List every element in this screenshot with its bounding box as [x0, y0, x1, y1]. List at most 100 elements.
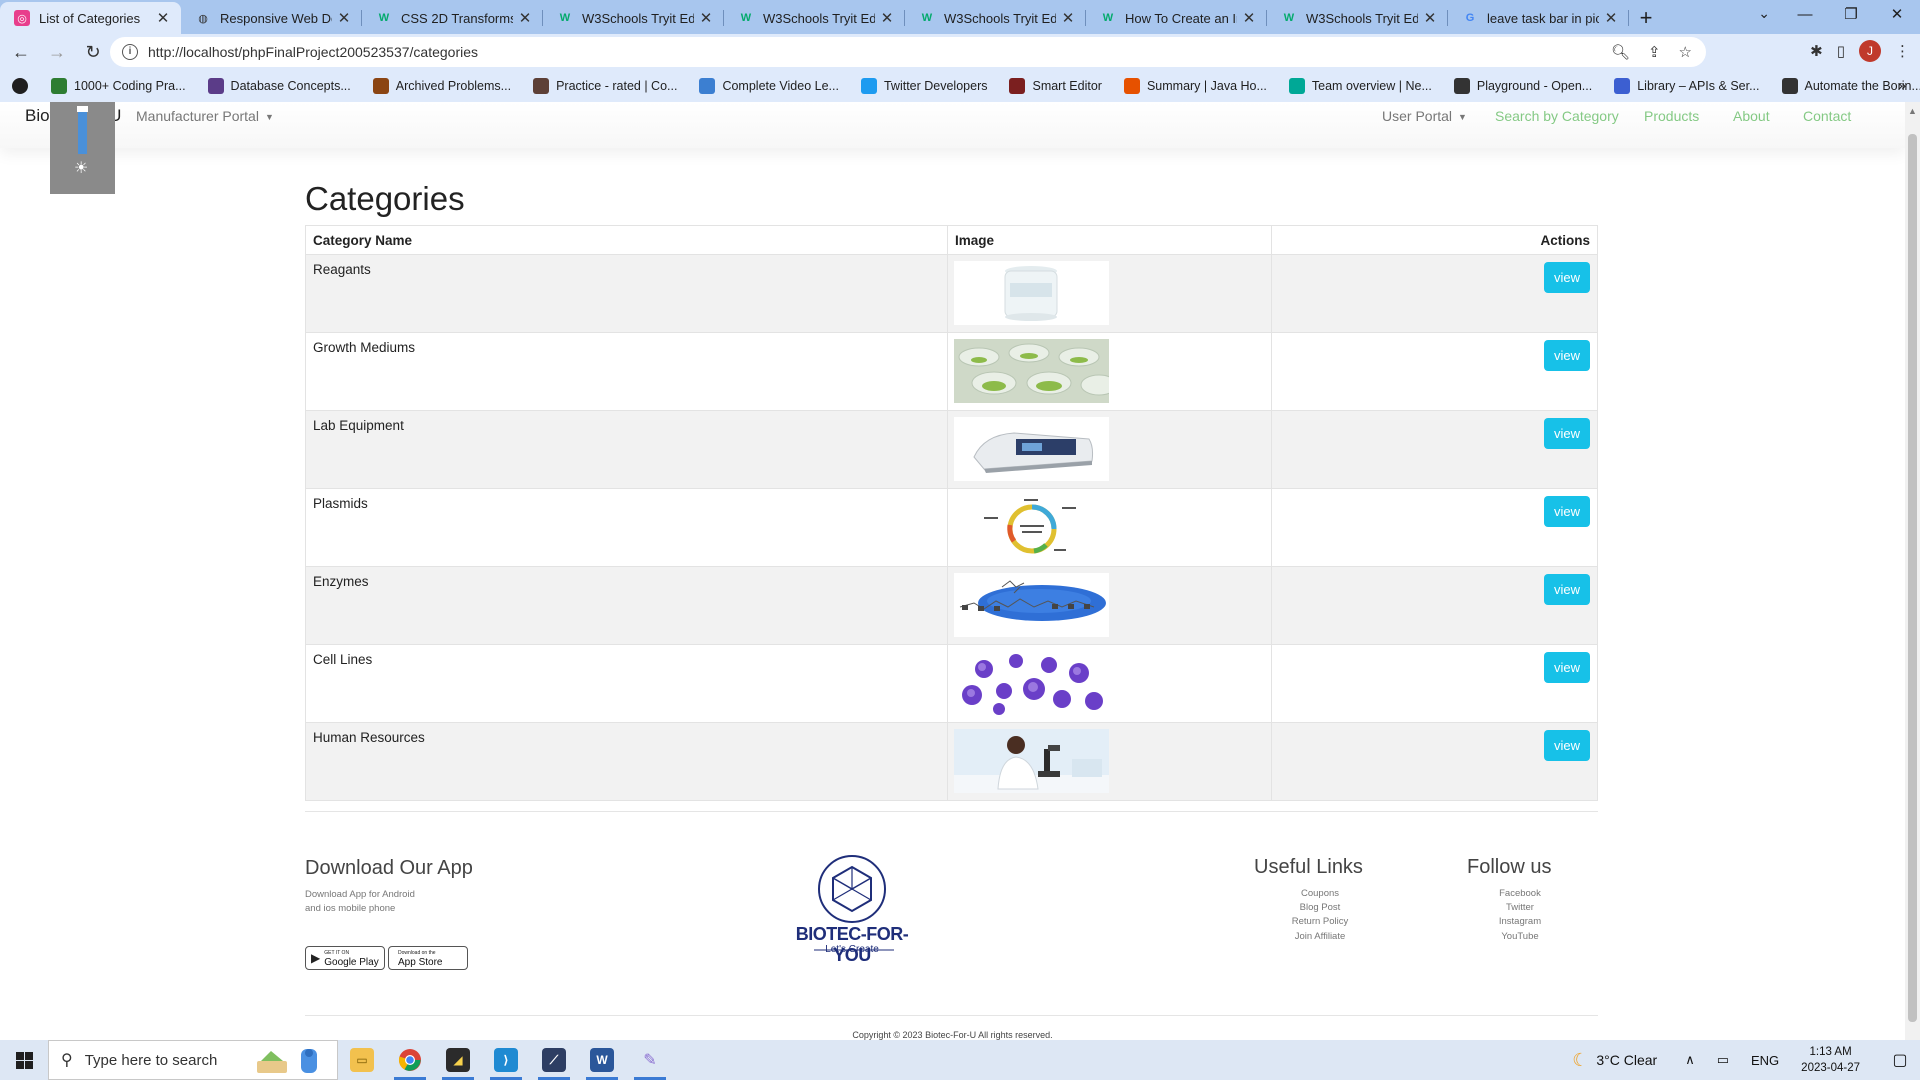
new-tab-button[interactable]: + — [1629, 2, 1663, 34]
view-button[interactable]: view — [1543, 262, 1590, 293]
view-button[interactable]: view — [1543, 730, 1590, 761]
taskbar-app-blue[interactable]: ⟋ — [530, 1040, 578, 1080]
bookmark-item[interactable]: Smart Editor — [1009, 78, 1102, 94]
page-scrollbar[interactable]: ▲ — [1905, 102, 1920, 1040]
nav-manufacturer-portal[interactable]: Manufacturer Portal ▼ — [136, 108, 274, 124]
browser-tab[interactable]: W W3Schools Tryit Editor✕ — [543, 2, 724, 34]
browser-tab[interactable]: W How To Create an Ima✕ — [1086, 2, 1267, 34]
forward-icon[interactable]: → — [42, 42, 72, 63]
bookmark-star-icon[interactable]: ☆ — [1679, 43, 1692, 61]
category-actions-cell: view — [1271, 332, 1598, 411]
category-thumbnail — [954, 495, 1109, 559]
nav-products[interactable]: Products — [1644, 108, 1699, 124]
close-tab-icon[interactable]: ✕ — [698, 9, 714, 27]
address-bar[interactable]: i http://localhost/phpFinalProject200523… — [110, 37, 1706, 67]
view-button[interactable]: view — [1543, 574, 1590, 605]
more-bookmarks-icon[interactable]: » — [1898, 77, 1906, 93]
bookmark-item[interactable]: Practice - rated | Co... — [533, 78, 677, 94]
bookmark-item[interactable]: 1000+ Coding Pra... — [51, 78, 186, 94]
close-tab-icon[interactable]: ✕ — [1603, 9, 1619, 27]
bookmark-item[interactable]: Archived Problems... — [372, 78, 511, 94]
bookmark-item[interactable] — [12, 78, 35, 94]
scrollbar-thumb[interactable] — [1908, 134, 1917, 1022]
taskbar-search-box[interactable]: ⚲ Type here to search — [48, 1040, 338, 1080]
reload-icon[interactable]: ↻ — [78, 42, 108, 63]
browser-tab[interactable]: W W3Schools Tryit Editor✕ — [724, 2, 905, 34]
footer-link[interactable]: Instagram — [1470, 915, 1570, 929]
extensions-icon[interactable]: ✱ — [1810, 42, 1823, 60]
menu-kebab-icon[interactable]: ⋮ — [1895, 42, 1910, 60]
bookmark-item[interactable]: Library – APIs & Ser... — [1614, 78, 1760, 94]
bookmark-item[interactable]: Complete Video Le... — [699, 78, 839, 94]
share-icon[interactable]: ⇪ — [1648, 43, 1661, 61]
bookmark-item[interactable]: Database Concepts... — [207, 78, 351, 94]
side-panel-icon[interactable]: ▯ — [1837, 42, 1845, 60]
minimize-icon[interactable]: — — [1782, 0, 1828, 30]
browser-tab[interactable]: W W3Schools Tryit Editor✕ — [905, 2, 1086, 34]
browser-tab[interactable]: ◍ Responsive Web Desig✕ — [181, 2, 362, 34]
nav-search-by-category[interactable]: Search by Category — [1495, 108, 1619, 124]
close-window-icon[interactable]: ✕ — [1874, 0, 1920, 30]
back-icon[interactable]: ← — [6, 42, 36, 63]
brightness-level-bar[interactable] — [78, 110, 87, 154]
site-info-icon[interactable]: i — [122, 44, 138, 60]
footer-link[interactable]: Return Policy — [1270, 915, 1370, 929]
taskbar-file-explorer[interactable]: ▭ — [338, 1040, 386, 1080]
nav-contact[interactable]: Contact — [1803, 108, 1851, 124]
close-tab-icon[interactable]: ✕ — [1422, 9, 1438, 27]
url-text[interactable]: http://localhost/phpFinalProject20052353… — [148, 44, 478, 60]
bookmark-item[interactable]: Team overview | Ne... — [1288, 78, 1432, 94]
taskbar-word[interactable]: W — [578, 1040, 626, 1080]
browser-tab[interactable]: W W3Schools Tryit Editor✕ — [1267, 2, 1448, 34]
show-hidden-icons-icon[interactable]: ∧ — [1685, 1052, 1695, 1068]
footer-link[interactable]: Join Affiliate — [1270, 930, 1370, 944]
nav-about[interactable]: About — [1733, 108, 1770, 124]
tab-search-icon[interactable]: ⌄ — [1758, 5, 1770, 22]
bookmark-item[interactable]: Playground - Open... — [1453, 78, 1592, 94]
footer-link[interactable]: Facebook — [1470, 887, 1570, 901]
close-tab-icon[interactable]: ✕ — [879, 9, 895, 27]
view-button[interactable]: view — [1543, 340, 1590, 371]
language-indicator[interactable]: ENG — [1751, 1053, 1779, 1068]
word-icon: W — [590, 1048, 614, 1072]
restore-icon[interactable]: ❐ — [1828, 0, 1874, 30]
network-icon[interactable]: ▭ — [1717, 1052, 1729, 1068]
footer-link[interactable]: Coupons — [1270, 887, 1370, 901]
weather-widget[interactable]: ☾ 3°C Clear — [1572, 1050, 1657, 1071]
nav-user-portal[interactable]: User Portal ▼ — [1382, 108, 1467, 124]
view-button[interactable]: view — [1543, 496, 1590, 527]
close-tab-icon[interactable]: ✕ — [336, 9, 352, 27]
brightness-slider-handle[interactable] — [77, 106, 88, 112]
close-tab-icon[interactable]: ✕ — [1241, 9, 1257, 27]
sticky-notes-icon: ◢ — [446, 1048, 470, 1072]
category-name-cell: Lab Equipment — [305, 410, 948, 489]
footer-link[interactable]: Blog Post — [1270, 901, 1370, 915]
scroll-up-arrow-icon[interactable]: ▲ — [1908, 106, 1917, 116]
footer-link[interactable]: Twitter — [1470, 901, 1570, 915]
view-button[interactable]: view — [1543, 418, 1590, 449]
taskbar-clock[interactable]: 1:13 AM 2023-04-27 — [1801, 1044, 1860, 1076]
close-tab-icon[interactable]: ✕ — [1060, 9, 1076, 27]
browser-tab[interactable]: ◎ List of Categories ✕ — [0, 2, 181, 34]
taskbar-sticky-notes[interactable]: ◢ — [434, 1040, 482, 1080]
app-store-button[interactable]: Download on the App Store — [388, 946, 468, 970]
nav-manufacturer-portal-label: Manufacturer Portal — [136, 108, 259, 124]
bookmark-item[interactable]: Twitter Developers — [860, 78, 987, 94]
view-button[interactable]: view — [1543, 652, 1590, 683]
taskbar-paint[interactable]: ✎ — [626, 1040, 674, 1080]
google-play-button[interactable]: ▶ GET IT ON Google Play — [305, 946, 385, 970]
zoom-icon[interactable]: 🔍︎ — [1611, 43, 1630, 61]
bookmark-label: Summary | Java Ho... — [1146, 79, 1267, 93]
notifications-icon[interactable]: ▢ — [1880, 1050, 1920, 1070]
taskbar-vscode[interactable]: ⟩ — [482, 1040, 530, 1080]
profile-avatar[interactable]: J — [1859, 40, 1881, 62]
taskbar-chrome[interactable] — [386, 1040, 434, 1080]
footer-link[interactable]: YouTube — [1470, 930, 1570, 944]
bookmark-item[interactable]: Summary | Java Ho... — [1123, 78, 1267, 94]
browser-tab[interactable]: W CSS 2D Transforms ✕ — [362, 2, 543, 34]
browser-tab[interactable]: Gleave task bar in pictu✕ — [1448, 2, 1629, 34]
close-tab-icon[interactable]: ✕ — [517, 9, 533, 27]
close-tab-icon[interactable]: ✕ — [155, 9, 171, 27]
windows-start-button[interactable] — [0, 1040, 48, 1080]
brightness-slider-widget[interactable]: ☀ — [50, 102, 115, 194]
